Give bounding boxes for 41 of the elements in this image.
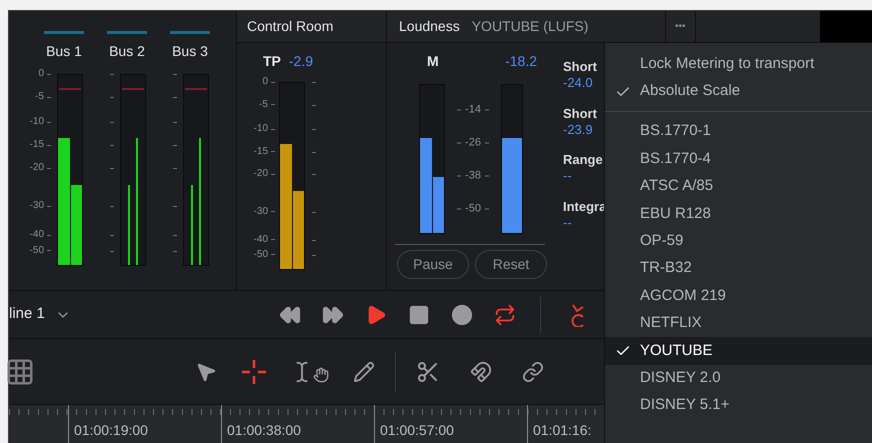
tp-value: -2.9	[288, 52, 314, 71]
reading-label: Short	[563, 106, 598, 122]
reading-value: -24.0	[563, 75, 594, 92]
reading-value: -23.9	[563, 122, 594, 138]
scale-label: -5	[259, 100, 268, 110]
scale-label: -38	[465, 170, 481, 181]
m-value: -18.2	[505, 52, 537, 71]
scale-label: -30	[30, 201, 44, 212]
scale-label: -20	[254, 169, 268, 180]
scale-label: 0	[38, 69, 44, 79]
scale-label: -15	[254, 146, 268, 157]
tp-label: TP	[263, 52, 281, 71]
scale-label: -40	[254, 234, 268, 245]
panel-title: Loudness	[398, 17, 460, 36]
reading-value: --	[563, 214, 573, 231]
scale-label: -50	[465, 203, 481, 214]
scale-label: -20	[30, 163, 44, 174]
scale-label: -30	[254, 206, 268, 217]
scale-label: -50	[30, 246, 44, 256]
timecode-label: 01:01:16:	[533, 422, 592, 438]
scale-label: -10	[254, 124, 268, 134]
timecode-label: 01:00:57:00	[380, 422, 454, 438]
reading-label: Short	[563, 59, 598, 76]
reading-label: Range	[563, 152, 604, 168]
bus-label: Bus 1	[46, 42, 82, 61]
scale-label: -26	[465, 137, 481, 148]
m-label: M	[427, 52, 439, 71]
scale-label: -50	[254, 250, 268, 260]
bus-label: Bus 3	[172, 42, 208, 61]
scale-label: -5	[35, 92, 44, 102]
scale-label: -14	[465, 104, 481, 115]
scale-label: -10	[30, 117, 44, 127]
bus-label: Bus 2	[109, 42, 145, 61]
scale-label: -40	[30, 230, 44, 240]
panel-title: Control Room	[247, 17, 334, 36]
timecode-label: 01:00:19:00	[74, 422, 148, 438]
scale-label: 0	[262, 77, 268, 87]
scale-label: -15	[30, 140, 44, 150]
loudness-standard: YOUTUBE (LUFS)	[460, 11, 666, 42]
timecode-label: 01:00:38:00	[227, 422, 301, 438]
reading-value: --	[563, 168, 573, 184]
